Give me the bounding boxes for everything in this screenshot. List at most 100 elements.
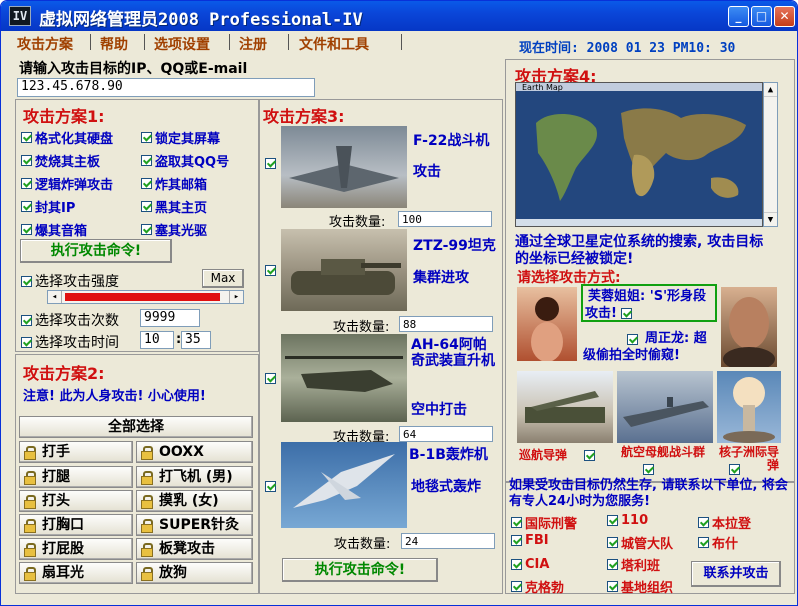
plan1-execute-button[interactable]: 执行攻击命令! — [20, 239, 172, 263]
weapon-name: B-1B轰炸机 — [409, 447, 488, 463]
org-option[interactable]: 本拉登 — [698, 513, 751, 532]
weapon-count-input[interactable]: 88 — [399, 316, 493, 332]
weapon-count-input[interactable]: 64 — [399, 426, 493, 442]
attack-action-button[interactable]: OOXX — [136, 441, 253, 463]
strength-checkbox[interactable]: 选择攻击强度 — [21, 271, 119, 291]
plan1-title: 攻击方案1: — [23, 107, 105, 126]
weapon4-checkbox[interactable] — [729, 462, 740, 477]
lock-icon — [141, 543, 153, 557]
plan1-option[interactable]: 炸其邮箱 — [141, 174, 207, 193]
map-caption: Earth Map — [522, 83, 563, 92]
tank-image — [281, 229, 407, 311]
plan3-execute-button[interactable]: 执行攻击命令! — [282, 558, 438, 582]
plan1-option[interactable]: 封其IP — [21, 197, 75, 216]
org-option[interactable]: 布什 — [698, 533, 738, 552]
lock-icon — [141, 495, 153, 509]
window-title: 虚拟网络管理员2008 Professional-IV — [39, 10, 363, 30]
time-minute-input[interactable]: 35 — [181, 331, 211, 349]
map-scrollbar[interactable]: ▲ ▼ — [763, 82, 778, 227]
aircraft-carrier-image — [617, 371, 713, 443]
weapon-action: 攻击 — [413, 164, 441, 180]
attack-action-button[interactable]: 打腿 — [19, 466, 133, 488]
time-checkbox[interactable]: 选择攻击时间 — [21, 332, 119, 352]
lock-icon — [141, 446, 153, 460]
menu-options[interactable]: 选项设置 — [154, 34, 210, 53]
weapon-name: ZTZ-99坦克 — [413, 238, 496, 254]
count-input[interactable]: 9999 — [140, 309, 200, 327]
weapon-count-label: 攻击数量: — [329, 215, 386, 230]
max-button[interactable]: Max — [202, 269, 244, 288]
count-checkbox[interactable]: 选择攻击次数 — [21, 310, 119, 330]
org-option[interactable]: 110 — [607, 513, 648, 528]
menu-register[interactable]: 注册 — [239, 34, 267, 53]
org-option[interactable]: 基地组织 — [607, 577, 673, 596]
weapon-checkbox[interactable] — [265, 156, 276, 171]
weapon-count-input[interactable]: 100 — [398, 211, 492, 227]
attack-action-button[interactable]: 板凳攻击 — [136, 538, 253, 560]
attack-action-button[interactable]: 打头 — [19, 490, 133, 512]
person2-option[interactable]: 周正龙: 超级偷拍全时偷窥! — [583, 331, 719, 364]
menu-attack-plan[interactable]: 攻击方案 — [17, 34, 73, 53]
weapon-action: 集群进攻 — [413, 270, 469, 286]
plan1-option[interactable]: 爆其音箱 — [21, 220, 87, 239]
attack-action-button[interactable]: 摸乳 (女) — [136, 490, 253, 512]
weapon4-label: 核子洲际导弹 — [719, 445, 780, 472]
lock-icon — [141, 471, 153, 485]
attack-action-button[interactable]: 打飞机 (男) — [136, 466, 253, 488]
plan1-option[interactable]: 锁定其屏幕 — [141, 128, 220, 147]
weapon-action: 地毯式轰炸 — [411, 479, 481, 495]
main-window: IV 虚拟网络管理员2008 Professional-IV _ □ ✕ 攻击方… — [0, 0, 798, 606]
menu-help[interactable]: 帮助 — [100, 34, 128, 53]
person1-option[interactable]: 芙蓉姐姐: 'S'形身段攻击! — [585, 289, 713, 322]
title-bar[interactable]: IV 虚拟网络管理员2008 Professional-IV _ □ ✕ — [1, 1, 797, 31]
plan1-option[interactable]: 盗取其QQ号 — [141, 151, 229, 170]
menu-file-tools[interactable]: 文件和工具 — [299, 34, 369, 53]
plan1-option[interactable]: 焚烧其主板 — [21, 151, 100, 170]
plan1-option[interactable]: 塞其光驱 — [141, 220, 207, 239]
time-hour-input[interactable]: 10 — [140, 331, 174, 349]
maximize-button[interactable]: □ — [751, 6, 772, 27]
menu-bar: 攻击方案 帮助 选项设置 注册 文件和工具 现在时间: 2008 01 23 P… — [1, 31, 797, 56]
attack-action-button[interactable]: 打胸口 — [19, 514, 133, 536]
weapon-checkbox[interactable] — [265, 371, 276, 386]
org-option[interactable]: FBI — [511, 533, 549, 548]
plan1-option[interactable]: 逻辑炸弹攻击 — [21, 174, 113, 193]
world-map-image: Earth Map — [515, 82, 763, 227]
f22-fighter-image — [281, 126, 407, 208]
weapon-checkbox[interactable] — [265, 263, 276, 278]
person2-photo — [721, 287, 777, 367]
weapon4-checkbox[interactable] — [584, 448, 595, 463]
lock-icon — [24, 567, 36, 581]
attack-action-button[interactable]: 扇耳光 — [19, 562, 133, 584]
plan1-option[interactable]: 格式化其硬盘 — [21, 128, 113, 147]
org-option[interactable]: 国际刑警 — [511, 513, 577, 532]
contact-attack-button[interactable]: 联系并攻击 — [691, 561, 781, 587]
weapon-checkbox[interactable] — [265, 479, 276, 494]
lock-icon — [24, 519, 36, 533]
attack-action-button[interactable]: SUPER针灸 — [136, 514, 253, 536]
org-option[interactable]: 塔利班 — [607, 555, 660, 574]
weapon-action: 空中打击 — [411, 402, 467, 418]
minimize-button[interactable]: _ — [728, 6, 749, 27]
weapon4-checkbox[interactable] — [643, 462, 654, 477]
strength-slider[interactable]: ◂ ▸ — [47, 290, 244, 304]
person1-photo — [517, 287, 577, 361]
weapon4-label: 航空母舰战斗群 — [621, 445, 706, 459]
attack-action-button[interactable]: 打屁股 — [19, 538, 133, 560]
org-option[interactable]: 城管大队 — [607, 533, 673, 552]
org-option[interactable]: CIA — [511, 557, 549, 572]
target-label: 请输入攻击目标的IP、QQ或E-mail — [19, 61, 248, 77]
weapon4-label: 巡航导弹 — [519, 448, 568, 462]
nuclear-missile-image — [717, 371, 781, 443]
select-all-button[interactable]: 全部选择 — [19, 416, 253, 438]
weapon-count-input[interactable]: 24 — [401, 533, 495, 549]
gps-status: 通过全球卫星定位系统的搜索, 攻击目标的坐标已经被锁定! — [515, 234, 764, 267]
org-option[interactable]: 克格勃 — [511, 577, 564, 596]
attack-action-button[interactable]: 放狗 — [136, 562, 253, 584]
attack-action-button[interactable]: 打手 — [19, 441, 133, 463]
plan1-option[interactable]: 黑其主页 — [141, 197, 207, 216]
lock-icon — [141, 519, 153, 533]
target-input[interactable]: 123.45.678.90 — [17, 78, 315, 97]
lock-icon — [141, 567, 153, 581]
close-button[interactable]: ✕ — [774, 6, 795, 27]
